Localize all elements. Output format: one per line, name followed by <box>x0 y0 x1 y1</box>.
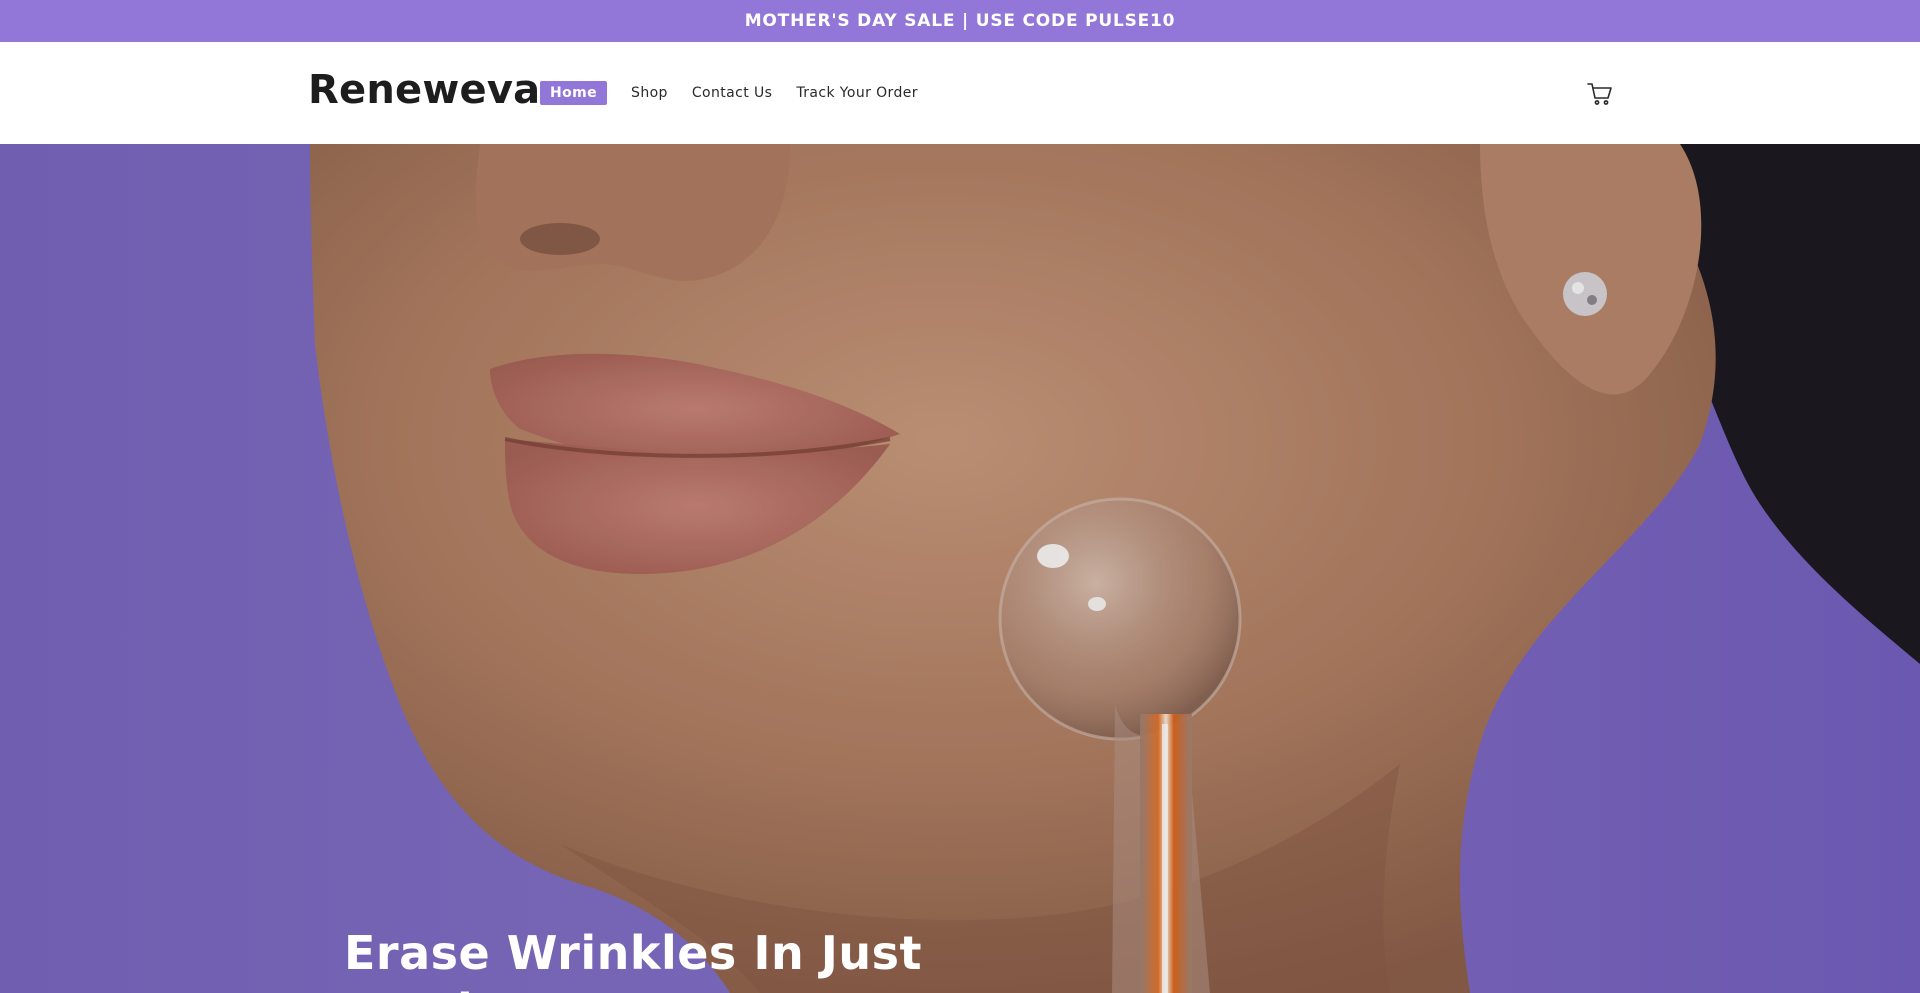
hero-banner: Erase Wrinkles In Just Weeks! <box>0 144 1920 993</box>
cart-button[interactable] <box>1584 78 1616 110</box>
main-nav: Home Shop Contact Us Track Your Order <box>540 80 942 106</box>
hero-overlay <box>0 144 1920 993</box>
hero-heading: Erase Wrinkles In Just Weeks! <box>344 926 922 993</box>
cart-icon <box>1587 83 1612 105</box>
nav-shop[interactable]: Shop <box>631 85 668 101</box>
nav-home[interactable]: Home <box>540 81 608 105</box>
announcement-bar: MOTHER'S DAY SALE | USE CODE PULSE10 <box>0 0 1920 42</box>
site-header: Reneweva Home Shop Contact Us Track Your… <box>0 42 1920 144</box>
announcement-text: MOTHER'S DAY SALE | USE CODE PULSE10 <box>744 11 1176 31</box>
nav-contact-us[interactable]: Contact Us <box>692 85 772 101</box>
site-logo[interactable]: Reneweva <box>308 66 540 114</box>
nav-track-your-order[interactable]: Track Your Order <box>796 85 918 101</box>
